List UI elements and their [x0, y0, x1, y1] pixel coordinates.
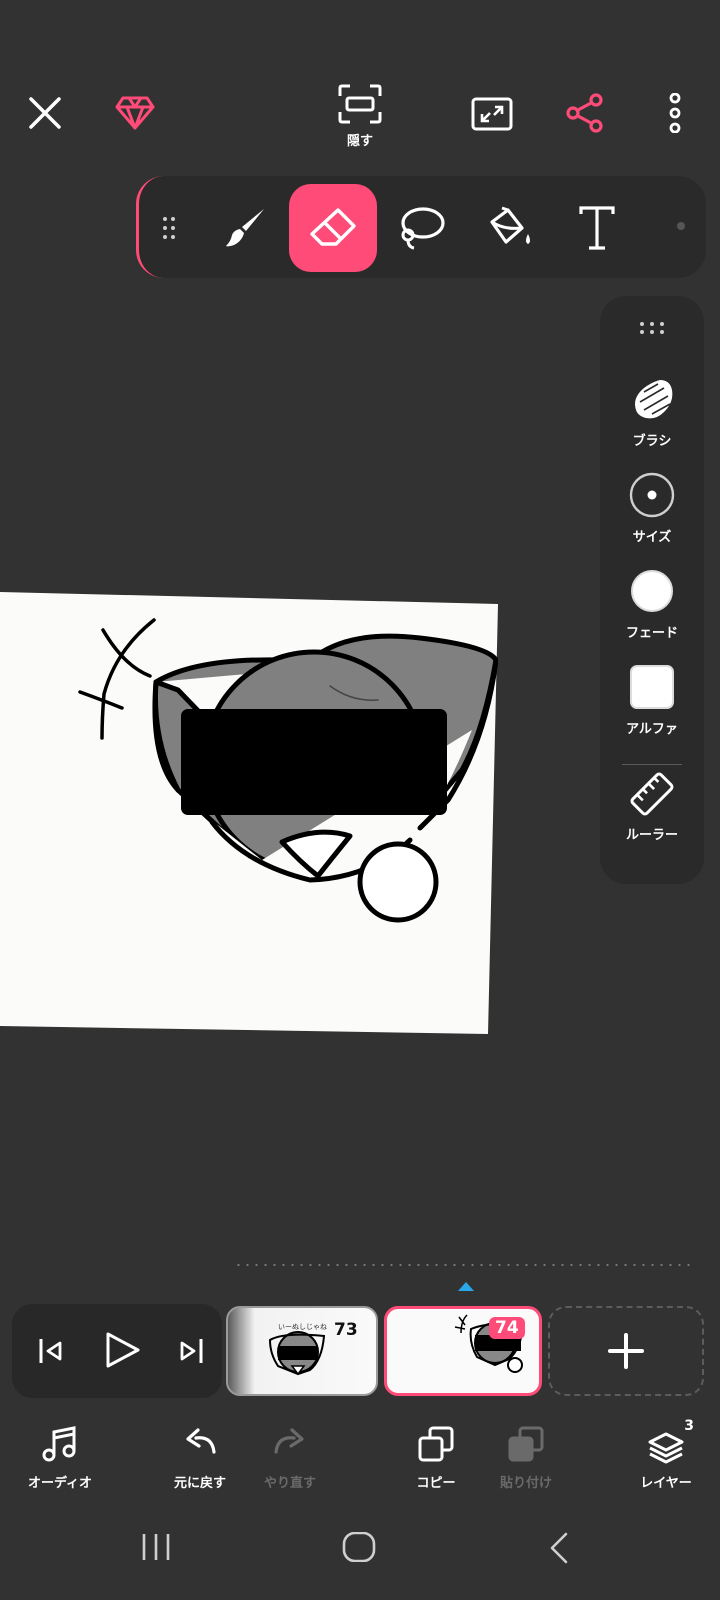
drag-handle-icon[interactable]	[139, 184, 199, 272]
playhead-marker[interactable]	[458, 1282, 474, 1291]
share-icon[interactable]	[560, 88, 610, 138]
next-frame-icon[interactable]	[166, 1326, 216, 1376]
timeline-track[interactable]	[234, 1264, 694, 1266]
alpha-setting[interactable]: アルファ	[600, 664, 704, 737]
paste-icon	[508, 1426, 544, 1462]
frame-number: 73	[334, 1320, 358, 1340]
previous-frame-icon[interactable]	[26, 1326, 76, 1376]
hide-label: 隠す	[346, 134, 373, 149]
frame-73-preview	[268, 1331, 326, 1376]
size-label: サイズ	[632, 530, 672, 545]
fade-setting[interactable]: フェード	[600, 568, 704, 641]
brush-settings-panel: ブラシ サイズ フェード アルファ ルーラー	[600, 296, 704, 884]
drawing-canvas[interactable]	[0, 590, 498, 1034]
layers-label: レイヤー	[640, 1476, 692, 1491]
copy-label: コピー	[416, 1476, 456, 1491]
redo-button[interactable]: やり直す	[242, 1424, 338, 1491]
size-setting[interactable]: サイズ	[600, 472, 704, 545]
play-icon[interactable]	[94, 1322, 150, 1378]
undo-icon	[186, 1428, 216, 1454]
eraser-icon[interactable]	[289, 184, 377, 272]
frame-number: 74	[495, 1318, 519, 1338]
hide-ui-icon[interactable]	[330, 80, 390, 128]
top-bar	[0, 60, 720, 170]
brush-label: ブラシ	[632, 434, 672, 449]
toolbar-scroll-indicator	[677, 222, 685, 230]
lasso-icon[interactable]	[377, 184, 465, 272]
layers-icon	[648, 1432, 684, 1464]
brush-setting[interactable]: ブラシ	[600, 376, 704, 449]
add-frame-button[interactable]	[548, 1306, 704, 1396]
fill-bucket-icon[interactable]	[465, 184, 553, 272]
redo-icon	[274, 1428, 304, 1454]
close-icon[interactable]	[20, 88, 70, 138]
frame-thumbnail-73[interactable]: いーぬしじゃね 73	[226, 1306, 378, 1396]
ruler-icon	[630, 772, 674, 816]
playback-controls	[12, 1304, 222, 1398]
paste-button[interactable]: 貼り付け	[478, 1424, 574, 1491]
ruler-setting[interactable]: ルーラー	[600, 772, 704, 843]
more-vertical-icon[interactable]	[652, 88, 698, 138]
recent-apps-icon[interactable]	[140, 1532, 172, 1566]
alpha-square-icon	[630, 665, 674, 709]
redo-label: やり直す	[263, 1476, 316, 1491]
copy-icon	[418, 1426, 454, 1462]
drawing-toolbar	[136, 176, 706, 278]
brush-icon[interactable]	[201, 184, 289, 272]
layer-count-badge: 3	[684, 1418, 694, 1434]
frame-thumbnail-74[interactable]: 74	[384, 1306, 542, 1396]
alpha-label: アルファ	[626, 722, 678, 737]
copy-button[interactable]: コピー	[388, 1424, 484, 1491]
back-icon[interactable]	[548, 1532, 572, 1568]
panel-drag-handle-icon[interactable]	[600, 320, 704, 339]
music-note-icon	[42, 1426, 76, 1462]
brush-texture-icon	[635, 380, 673, 419]
premium-diamond-icon[interactable]	[110, 88, 160, 138]
size-dot-icon	[629, 472, 675, 518]
plus-icon	[608, 1333, 644, 1369]
undo-button[interactable]: 元に戻す	[152, 1424, 248, 1491]
audio-button[interactable]: オーディオ	[12, 1424, 108, 1491]
undo-label: 元に戻す	[173, 1476, 226, 1491]
audio-label: オーディオ	[27, 1476, 93, 1491]
layers-button[interactable]: 3 レイヤー	[618, 1418, 714, 1491]
home-icon[interactable]	[342, 1531, 376, 1566]
ruler-label: ルーラー	[625, 828, 678, 843]
panel-divider	[622, 764, 682, 765]
text-icon[interactable]	[553, 184, 641, 272]
fade-label: フェード	[625, 626, 678, 641]
selected-frame-badge: 74	[489, 1317, 525, 1339]
fullscreen-icon[interactable]	[468, 90, 516, 138]
fade-circle-icon	[631, 570, 673, 612]
paste-label: 貼り付け	[499, 1476, 552, 1491]
